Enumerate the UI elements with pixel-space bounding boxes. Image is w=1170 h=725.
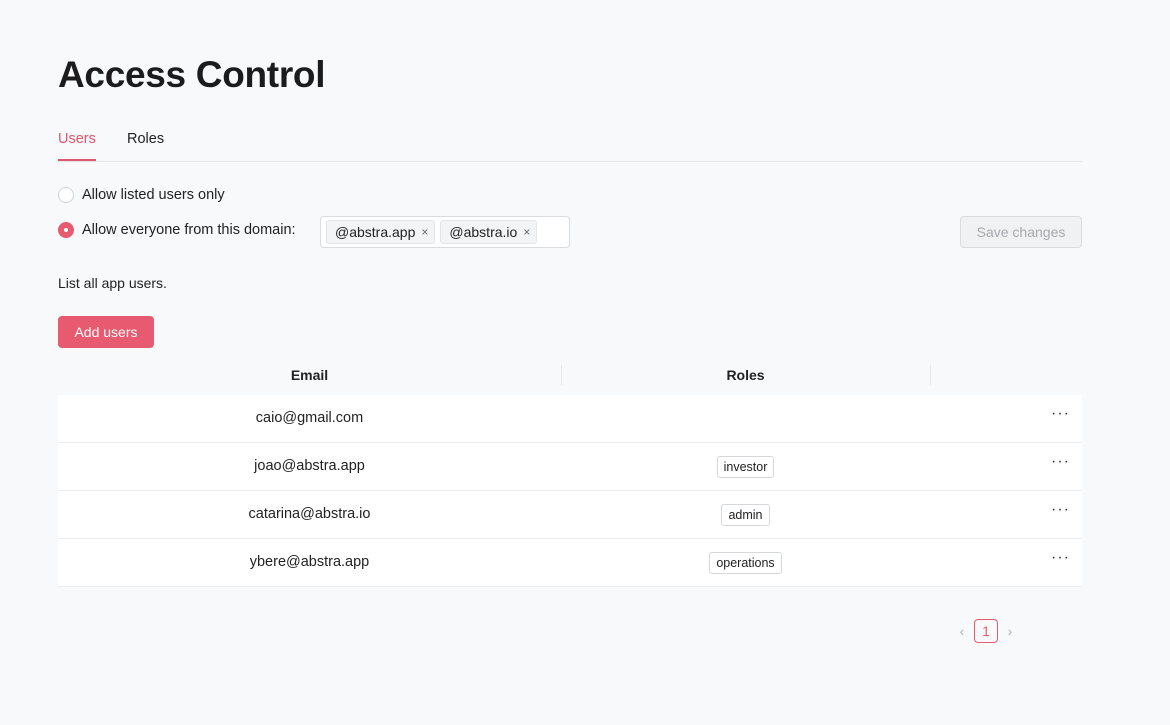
close-icon[interactable]: ×: [421, 225, 428, 239]
table-row: joao@abstra.app investor ···: [58, 443, 1082, 491]
add-users-button[interactable]: Add users: [58, 316, 154, 348]
role-tag: admin: [721, 504, 770, 526]
column-header-roles: Roles: [726, 367, 765, 383]
tab-bar: Users Roles: [58, 120, 1082, 162]
user-email: ybere@abstra.app: [249, 554, 370, 570]
domain-chip: @abstra.app ×: [326, 220, 436, 244]
radio-label-domain: Allow everyone from this domain:: [82, 222, 296, 238]
role-tag: operations: [709, 552, 782, 574]
save-changes-button[interactable]: Save changes: [960, 216, 1082, 248]
table-row: catarina@abstra.io admin ···: [58, 491, 1082, 539]
more-options-icon[interactable]: ···: [1051, 501, 1070, 519]
user-roles: admin: [561, 491, 930, 539]
column-divider: [930, 365, 931, 385]
table-row: caio@gmail.com ···: [58, 395, 1082, 443]
user-roles: [561, 395, 930, 443]
radio-button-checked[interactable]: [58, 222, 74, 238]
users-description: List all app users.: [58, 275, 167, 291]
page-title: Access Control: [58, 54, 326, 95]
radio-allow-listed-users[interactable]: Allow listed users only: [58, 187, 225, 203]
radio-allow-domain[interactable]: Allow everyone from this domain:: [58, 222, 296, 238]
radio-label-listed: Allow listed users only: [82, 187, 225, 203]
user-email: joao@abstra.app: [254, 458, 365, 474]
domain-chip: @abstra.io ×: [440, 220, 538, 244]
user-roles: investor: [561, 443, 930, 491]
column-header-email: Email: [290, 367, 329, 383]
tab-users[interactable]: Users: [58, 130, 96, 161]
more-options-icon[interactable]: ···: [1051, 405, 1070, 423]
user-email: catarina@abstra.io: [248, 506, 371, 522]
domain-chip-label: @abstra.app: [335, 224, 416, 240]
user-email: caio@gmail.com: [255, 410, 364, 426]
more-options-icon[interactable]: ···: [1051, 549, 1070, 567]
more-options-icon[interactable]: ···: [1051, 453, 1070, 471]
domain-chip-label: @abstra.io: [449, 224, 518, 240]
user-roles: operations: [561, 539, 930, 587]
table-header: Email Roles: [58, 355, 1082, 395]
chevron-right-icon[interactable]: ›: [1004, 623, 1016, 639]
users-table: Email Roles caio@gmail.com ··· joao@abst…: [58, 355, 1082, 587]
role-tag: investor: [716, 456, 775, 478]
table-row: ybere@abstra.app operations ···: [58, 539, 1082, 587]
tab-roles[interactable]: Roles: [127, 130, 164, 159]
pagination: ‹ 1 ›: [956, 619, 1016, 643]
chevron-left-icon[interactable]: ‹: [956, 623, 968, 639]
radio-button-unchecked[interactable]: [58, 187, 74, 203]
domain-tags-input[interactable]: @abstra.app × @abstra.io ×: [320, 216, 570, 248]
page-number-current[interactable]: 1: [974, 619, 998, 643]
close-icon[interactable]: ×: [523, 225, 530, 239]
